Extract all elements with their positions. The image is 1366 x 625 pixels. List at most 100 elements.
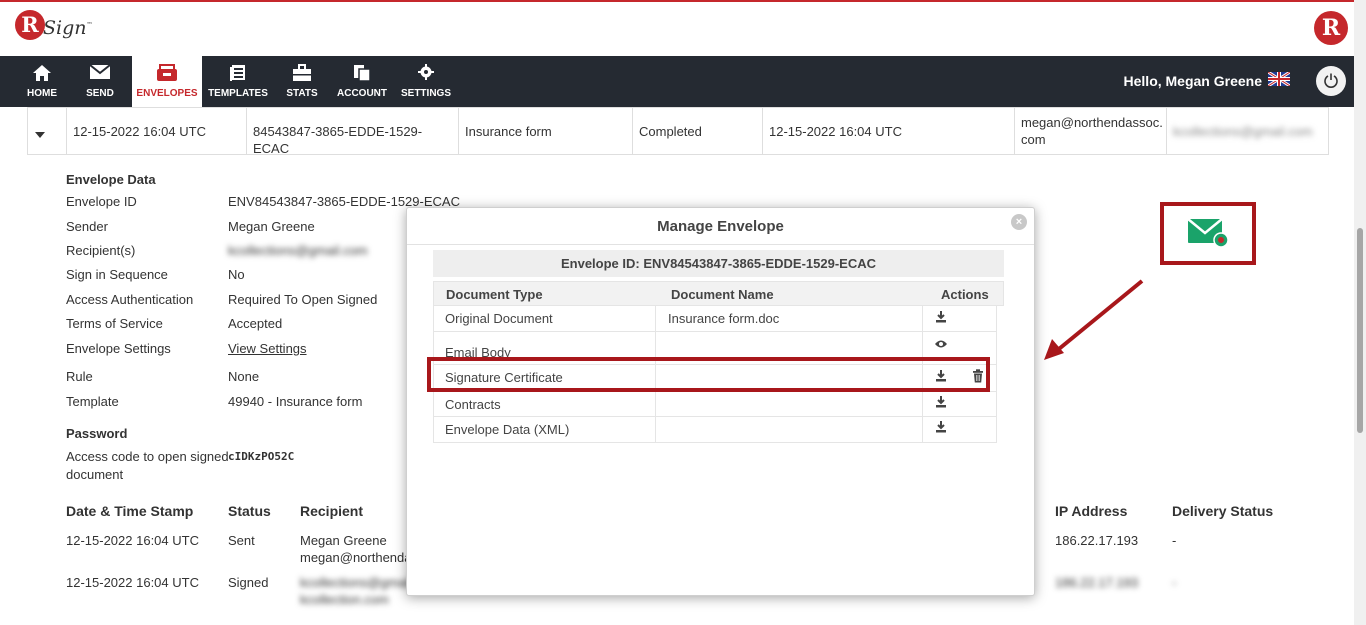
field-value: No: [228, 267, 245, 282]
account-icon: [334, 56, 390, 82]
download-icon[interactable]: [935, 310, 947, 326]
greeting-text: Hello, Megan Greene: [1123, 72, 1262, 89]
col-actions: Actions: [941, 287, 989, 302]
logout-button[interactable]: [1316, 66, 1346, 96]
col-document-name: Document Name: [671, 287, 774, 302]
history-date: 12-15-2022 16:04 UTC: [66, 533, 199, 548]
download-icon[interactable]: [935, 420, 947, 436]
modal-envelope-id: Envelope ID: ENV84543847-3865-EDDE-1529-…: [433, 250, 1004, 277]
history-ip-blurred: 186.22.17.193: [1055, 575, 1139, 590]
field-label: Recipient(s): [66, 243, 136, 258]
password-title: Password: [66, 426, 128, 441]
annotation-arrow: [1044, 279, 1144, 360]
rsign-logo[interactable]: R Sign™: [15, 10, 93, 40]
nav-home-label: HOME: [27, 88, 57, 99]
nav-account[interactable]: ACCOUNT: [334, 56, 390, 107]
recipient-email-blurred: kcollections@gmail.com: [1173, 124, 1313, 139]
field-label: Sender: [66, 219, 108, 234]
history-recipient-name: kcollections@gmail: [300, 575, 412, 590]
home-icon: [16, 56, 68, 82]
access-code: cIDKzPO52C: [228, 450, 295, 463]
download-icon[interactable]: [935, 395, 947, 411]
field-label: Terms of Service: [66, 316, 163, 331]
close-icon[interactable]: ×: [1011, 214, 1027, 230]
eye-icon[interactable]: [934, 337, 948, 352]
collapse-toggle[interactable]: [28, 108, 67, 154]
view-settings-link[interactable]: View Settings: [228, 341, 307, 356]
field-value: Required To Open Signed: [228, 292, 378, 307]
modal-title: Manage Envelope: [657, 218, 784, 235]
nav-settings[interactable]: SETTINGS: [398, 56, 454, 107]
main-nav: HOME SEND ENVELOPES TEMPLATES STATS ACCO…: [0, 56, 1354, 107]
history-date: 12-15-2022 16:04 UTC: [66, 575, 199, 590]
history-recipient-email: megan@northenda: [300, 550, 412, 565]
document-type: Contracts: [445, 397, 501, 412]
nav-send-label: SEND: [86, 88, 114, 99]
document-row: Contracts: [433, 392, 997, 417]
logo-word: Sign: [43, 17, 87, 39]
subject-cell: Insurance form: [459, 108, 633, 154]
field-value: None: [228, 369, 260, 384]
col-header-delivery: Delivery Status: [1172, 503, 1274, 519]
templates-icon: [206, 56, 270, 82]
rpost-logo[interactable]: R: [1314, 11, 1348, 45]
logo-tm: ™: [86, 21, 93, 29]
nav-account-label: ACCOUNT: [337, 88, 387, 99]
document-type: Envelope Data (XML): [445, 422, 570, 437]
logo-letter: R: [15, 10, 45, 40]
password-label-line2: document: [66, 467, 124, 482]
field-label: Sign in Sequence: [66, 267, 168, 282]
manage-envelope-highlight: [1160, 202, 1256, 265]
nav-stats[interactable]: STATS: [276, 56, 328, 107]
col-header-recipient: Recipient: [300, 503, 364, 519]
envelope-icon: [74, 56, 126, 82]
nav-send[interactable]: SEND: [74, 56, 126, 107]
nav-templates[interactable]: TEMPLATES: [206, 56, 270, 107]
uk-flag-icon[interactable]: [1267, 70, 1291, 89]
history-delivery-blurred: -: [1172, 575, 1177, 590]
power-icon: [1323, 72, 1339, 91]
document-row: Envelope Data (XML): [433, 417, 997, 443]
modal-divider: [407, 244, 1034, 245]
page-scrollbar[interactable]: [1354, 0, 1366, 625]
status-cell: Completed: [633, 108, 763, 154]
scrollbar-thumb[interactable]: [1357, 228, 1363, 433]
document-row: Original Document Insurance form.doc: [433, 306, 997, 332]
manage-envelope-icon[interactable]: [1186, 216, 1230, 251]
history-recipient: Megan Greene megan@northenda: [300, 532, 412, 566]
recipient-email-cell: kcollections@gmail.com: [1167, 108, 1329, 154]
envelope-code-cell: 84543847-3865-EDDE-1529-ECAC: [247, 108, 459, 156]
field-value: Accepted: [228, 316, 283, 331]
completed-date-cell: 12-15-2022 16:04 UTC: [763, 108, 1015, 154]
top-bar: R Sign™ R: [0, 0, 1366, 56]
col-header-ip: IP Address: [1055, 503, 1128, 519]
user-greeting[interactable]: Hello, Megan Greene: [1123, 70, 1291, 89]
document-name: Insurance form.doc: [668, 311, 780, 326]
sent-date-cell: 12-15-2022 16:04 UTC: [67, 108, 247, 154]
history-status: Sent: [228, 533, 255, 548]
history-recipient-name: Megan Greene: [300, 533, 387, 548]
sender-email-cell: megan@northendassoc. com: [1015, 108, 1167, 154]
nav-stats-label: STATS: [286, 88, 318, 99]
col-header-status: Status: [228, 503, 271, 519]
field-value: Megan Greene: [228, 219, 315, 234]
gear-icon: [398, 56, 454, 82]
inbox-icon: [132, 56, 202, 82]
history-recipient-blurred: kcollections@gmail kcollection.com: [300, 574, 411, 608]
field-label: Template: [66, 394, 119, 409]
envelope-data-title: Envelope Data: [66, 172, 156, 187]
history-delivery: -: [1172, 533, 1177, 548]
caret-down-icon: [34, 127, 46, 142]
col-header-date: Date & Time Stamp: [66, 503, 194, 519]
history-ip: 186.22.17.193: [1055, 533, 1139, 548]
nav-home[interactable]: HOME: [16, 56, 68, 107]
nav-settings-label: SETTINGS: [400, 88, 451, 99]
field-label: Envelope Settings: [66, 341, 171, 356]
nav-envelopes[interactable]: ENVELOPES: [132, 56, 202, 107]
field-label: Rule: [66, 369, 93, 384]
field-value: 49940 - Insurance form: [228, 394, 363, 409]
manage-envelope-modal: Manage Envelope × Envelope ID: ENV845438…: [406, 207, 1035, 596]
field-value-blurred: kcollections@gmail.com: [228, 243, 368, 258]
signature-certificate-highlight: [427, 357, 990, 392]
envelope-row[interactable]: 12-15-2022 16:04 UTC 84543847-3865-EDDE-…: [27, 107, 1329, 156]
